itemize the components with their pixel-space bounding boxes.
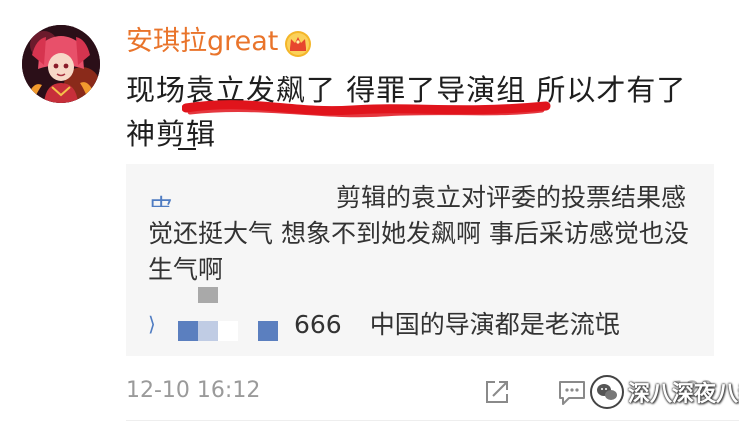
wechat-logo-icon bbox=[590, 375, 624, 409]
anime-character-icon bbox=[22, 25, 100, 103]
watermark: 深八深夜八卦 bbox=[590, 372, 739, 412]
mosaic-block bbox=[198, 321, 218, 341]
mosaic-block bbox=[178, 321, 198, 341]
reply-lead-mark: ⟩ bbox=[148, 312, 156, 336]
comment-text: 现场袁立发飙了 得罪了导演组 所以才有了神剪辑 bbox=[126, 73, 687, 151]
weibo-comment-card: 安琪拉great 现场袁立发飙了 得罪了导演组 所以才有了神剪辑 皮 剪辑的袁立… bbox=[0, 0, 739, 428]
comment-icon[interactable] bbox=[557, 378, 587, 406]
mosaic-block bbox=[258, 321, 278, 341]
reply-text: 中国的导演都是老流氓 bbox=[369, 310, 620, 339]
censored-username-mosaic bbox=[198, 287, 218, 303]
share-icon[interactable] bbox=[483, 378, 511, 406]
reply-row: 666 中国的导演都是老流氓 bbox=[294, 307, 620, 343]
text-cursor bbox=[178, 148, 196, 150]
divider bbox=[126, 420, 739, 421]
watermark-text: 深八深夜八卦 bbox=[628, 382, 739, 407]
mosaic-block bbox=[218, 321, 238, 341]
vip-crown-icon bbox=[285, 31, 311, 57]
username[interactable]: 安琪拉great bbox=[126, 24, 278, 60]
timestamp: 12-10 16:12 bbox=[126, 378, 261, 403]
quoted-text-body: 剪辑的袁立对评委的投票结果感觉还挺大气 想象不到她发飙啊 事后采访感觉也没生气啊 bbox=[148, 183, 689, 284]
quoted-comment-text: 剪辑的袁立对评委的投票结果感觉还挺大气 想象不到她发飙啊 事后采访感觉也没生气啊 bbox=[148, 180, 704, 288]
avatar[interactable] bbox=[22, 25, 100, 103]
reply-count: 666 bbox=[294, 310, 342, 339]
